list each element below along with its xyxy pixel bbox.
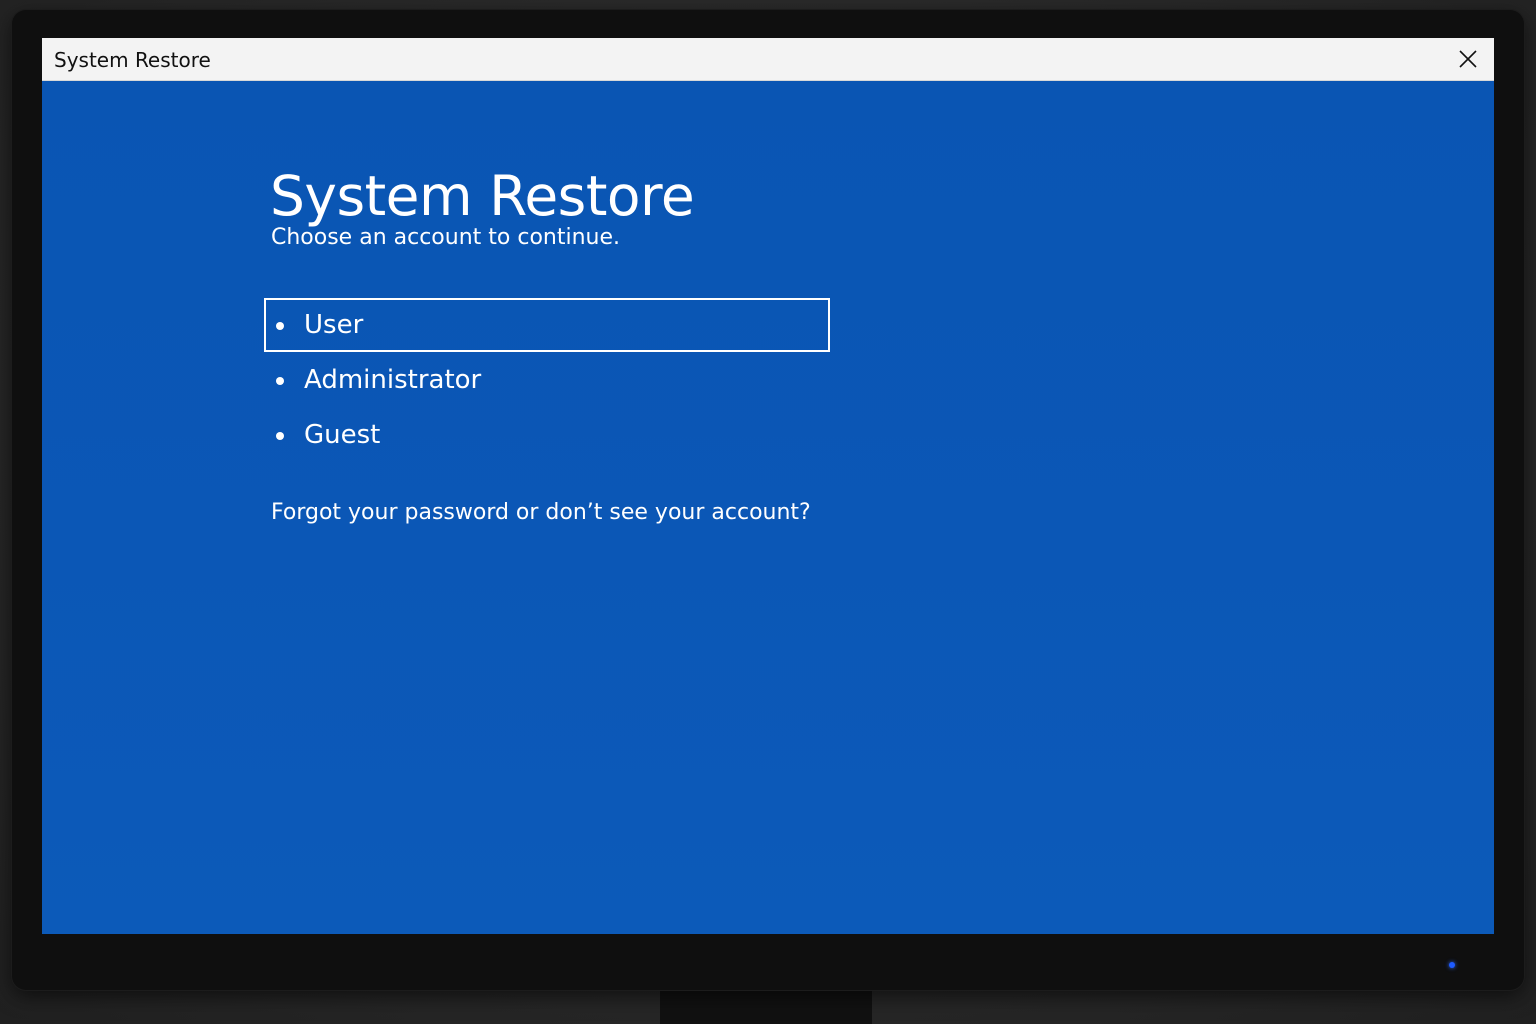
account-label: Administrator (304, 365, 482, 395)
instruction-text: Choose an account to continue. (271, 225, 621, 250)
account-label: Guest (304, 420, 381, 450)
main-content: System Restore Choose an account to cont… (42, 81, 1494, 934)
account-option-guest[interactable]: Guest (264, 408, 830, 462)
account-option-administrator[interactable]: Administrator (264, 353, 830, 407)
forgot-password-link[interactable]: Forgot your password or don’t see your a… (271, 500, 811, 525)
window-titlebar: System Restore (42, 38, 1494, 81)
screen: System Restore System Restore Choose an … (42, 38, 1494, 934)
account-list: User Administrator Guest (264, 298, 830, 463)
bullet-icon (276, 432, 284, 440)
window-title: System Restore (54, 48, 211, 72)
close-icon (1459, 50, 1477, 68)
monitor-stand (660, 988, 872, 1024)
account-option-user[interactable]: User (264, 298, 830, 352)
bullet-icon (276, 377, 284, 385)
power-led-icon (1449, 962, 1455, 968)
close-button[interactable] (1442, 38, 1494, 80)
account-label: User (304, 310, 364, 340)
bullet-icon (276, 322, 284, 330)
page-title: System Restore (270, 163, 695, 228)
